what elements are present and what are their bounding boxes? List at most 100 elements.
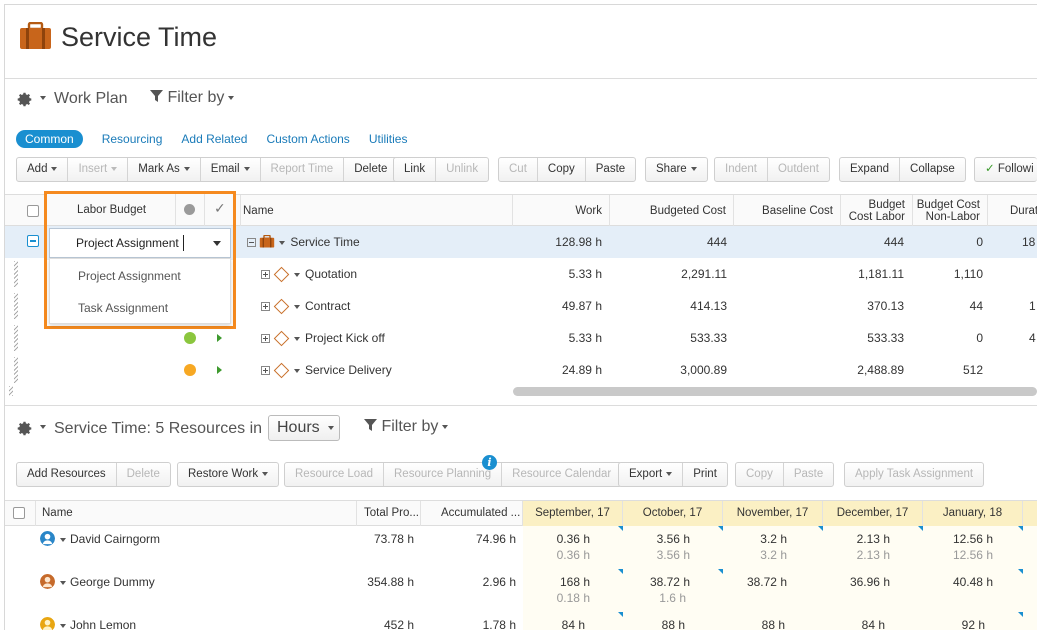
drag-handle[interactable]	[14, 325, 18, 351]
chevron-down-icon[interactable]	[294, 272, 300, 277]
month-value[interactable]: 40.48 h	[923, 575, 993, 589]
report-time-button[interactable]: Report Time	[261, 158, 345, 181]
column-month[interactable]: October, 17	[623, 501, 723, 526]
month-value[interactable]: 38.72 h	[623, 575, 690, 589]
drag-handle[interactable]	[9, 386, 13, 396]
column-budget-cost-nonlabor[interactable]: Budget Cost Non-Labor	[913, 195, 988, 226]
month-value[interactable]: 36.96 h	[823, 575, 890, 589]
workplan-settings-menu[interactable]	[16, 91, 47, 111]
month-value[interactable]: 2.13 h	[823, 532, 890, 546]
column-accumulated[interactable]: Accumulated ...	[421, 501, 523, 526]
add-button[interactable]: Add	[17, 158, 69, 181]
drag-handle[interactable]	[14, 261, 18, 287]
table-row[interactable]: Service Delivery 24.89 h 3,000.89 2,488.…	[5, 354, 1037, 386]
tab-custom-actions[interactable]: Custom Actions	[266, 132, 349, 146]
column-month[interactable]: January, 18	[923, 501, 1023, 526]
column-name[interactable]: Name	[240, 195, 513, 226]
resource-load-button[interactable]: Resource Load	[285, 463, 384, 486]
unlink-button[interactable]: Unlink	[436, 158, 488, 181]
select-all-checkbox[interactable]	[27, 205, 39, 217]
column-month[interactable]: September, 17	[523, 501, 623, 526]
mark-as-button[interactable]: Mark As	[128, 158, 201, 181]
dropdown-option-task-assignment[interactable]: Task Assignment	[78, 301, 168, 315]
chevron-down-icon[interactable]	[213, 241, 221, 246]
collapse-button[interactable]: Collapse	[900, 158, 965, 181]
indent-button[interactable]: Indent	[715, 158, 768, 181]
info-icon[interactable]: i	[482, 455, 497, 470]
chevron-down-icon[interactable]	[279, 240, 286, 245]
email-button[interactable]: Email	[201, 158, 261, 181]
column-month[interactable]: November, 17	[723, 501, 823, 526]
resources-filter-button[interactable]: Filter by	[364, 418, 449, 436]
tab-add-related[interactable]: Add Related	[181, 132, 247, 146]
month-value[interactable]: 88 h	[623, 618, 685, 630]
month-value[interactable]: 84 h	[823, 618, 885, 630]
expand-icon[interactable]	[261, 334, 270, 344]
expand-icon[interactable]	[261, 302, 270, 312]
column-baseline-cost[interactable]: Baseline Cost	[734, 195, 841, 226]
chevron-down-icon[interactable]	[60, 624, 66, 628]
month-value[interactable]: 88 h	[723, 618, 785, 630]
play-icon[interactable]	[217, 334, 222, 342]
month-value[interactable]: 0.36 h	[523, 532, 590, 546]
link-button[interactable]: Link	[394, 158, 437, 181]
export-button[interactable]: Export	[619, 463, 684, 486]
expand-button[interactable]: Expand	[840, 158, 901, 181]
column-month[interactable]: December, 17	[823, 501, 923, 526]
month-value[interactable]: 168 h	[523, 575, 590, 589]
chevron-down-icon[interactable]	[60, 538, 66, 542]
tab-common[interactable]: Common	[16, 130, 83, 148]
play-icon[interactable]	[217, 366, 222, 374]
select-all-resources-checkbox[interactable]	[13, 507, 25, 519]
expand-icon[interactable]	[261, 270, 270, 280]
chevron-down-icon[interactable]	[60, 581, 66, 585]
month-value[interactable]: 92 h	[923, 618, 985, 630]
workplan-filter-button[interactable]: Filter by	[150, 89, 235, 107]
apply-task-assignment-button[interactable]: Apply Task Assignment	[845, 463, 983, 486]
chevron-down-icon[interactable]	[294, 304, 300, 309]
month-value[interactable]: 3.56 h	[623, 532, 690, 546]
column-work[interactable]: Work	[513, 195, 610, 226]
chevron-down-icon[interactable]	[294, 336, 300, 341]
drag-handle[interactable]	[14, 357, 18, 383]
paste-button[interactable]: Paste	[586, 158, 635, 181]
tab-resourcing[interactable]: Resourcing	[102, 132, 163, 146]
expand-icon[interactable]	[261, 366, 270, 376]
column-duration[interactable]: Durat	[988, 195, 1037, 226]
insert-button[interactable]: Insert	[68, 158, 129, 181]
add-resources-button[interactable]: Add Resources	[17, 463, 117, 486]
outdent-button[interactable]: Outdent	[768, 158, 829, 181]
resource-copy-button[interactable]: Copy	[736, 463, 784, 486]
delete-button[interactable]: Delete	[344, 158, 397, 181]
restore-work-button[interactable]: Restore Work	[178, 463, 278, 486]
labor-budget-column[interactable]: Labor Budget	[77, 204, 146, 216]
row-collapse-toggle[interactable]	[27, 235, 39, 247]
column-budget-cost-labor[interactable]: Budget Cost Labor	[841, 195, 913, 226]
print-button[interactable]: Print	[683, 463, 727, 486]
copy-button[interactable]: Copy	[538, 158, 586, 181]
column-resource-name[interactable]: Name	[35, 501, 357, 526]
column-budgeted-cost[interactable]: Budgeted Cost	[610, 195, 734, 226]
month-value[interactable]: 84 h	[523, 618, 585, 630]
delete-resource-button[interactable]: Delete	[117, 463, 170, 486]
cut-button[interactable]: Cut	[499, 158, 538, 181]
dropdown-option-project-assignment[interactable]: Project Assignment	[78, 269, 181, 283]
drag-handle[interactable]	[14, 293, 18, 319]
resource-paste-button[interactable]: Paste	[784, 463, 833, 486]
status-column-icon[interactable]	[184, 204, 195, 215]
horizontal-scrollbar[interactable]	[513, 387, 1037, 396]
check-icon[interactable]: ✓	[214, 200, 226, 217]
month-value[interactable]: 12.56 h	[923, 532, 993, 546]
resources-settings-menu[interactable]	[16, 420, 47, 440]
unit-select[interactable]: Hours	[268, 415, 340, 441]
share-button[interactable]: Share	[646, 158, 707, 181]
month-value[interactable]: 3.2 h	[723, 532, 787, 546]
collapse-icon[interactable]	[247, 238, 256, 248]
column-total[interactable]: Total Pro...	[357, 501, 421, 526]
resource-calendar-button[interactable]: Resource Calendar	[502, 463, 621, 486]
month-value[interactable]: 38.72 h	[723, 575, 787, 589]
tab-utilities[interactable]: Utilities	[369, 132, 408, 146]
chevron-down-icon[interactable]	[294, 368, 300, 373]
labor-budget-select[interactable]: Project Assignment	[49, 228, 231, 258]
following-button[interactable]: ✓ Followi	[975, 158, 1037, 181]
